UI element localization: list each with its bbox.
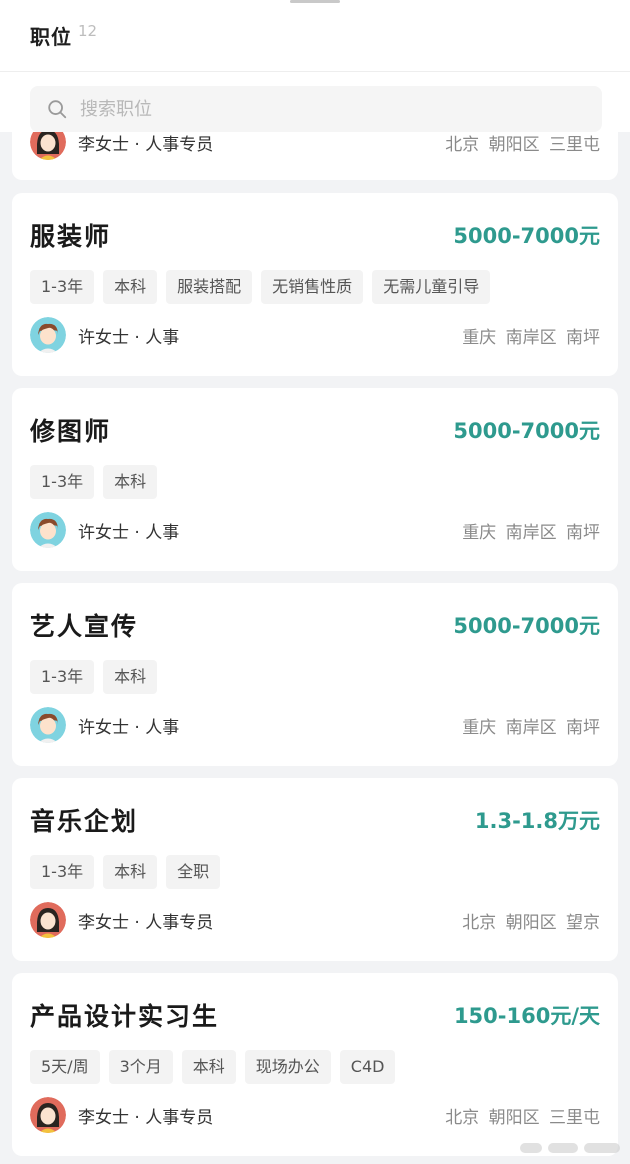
job-title: 音乐企划 xyxy=(30,807,139,836)
job-tag: 1-3年 xyxy=(30,465,95,499)
job-location: 重庆 南岸区 南坪 xyxy=(462,717,600,738)
job-tag: 本科 xyxy=(181,1050,236,1084)
job-location: 北京 朝阳区 三里屯 xyxy=(445,1107,600,1128)
job-title: 艺人宣传 xyxy=(30,612,139,641)
salary-range: 150-160元/天 xyxy=(453,1004,600,1028)
male-avatar-icon xyxy=(30,707,66,743)
recruiter-info: 李女士 · 人事专员 xyxy=(30,902,213,938)
job-tag: 1-3年 xyxy=(30,660,95,694)
job-title: 产品设计实习生 xyxy=(30,1002,220,1031)
recruiter-name: 李女士 · 人事专员 xyxy=(78,134,214,155)
search-bar xyxy=(0,72,630,132)
job-title: 修图师 xyxy=(30,417,112,446)
page-header: 职位 12 xyxy=(0,0,630,72)
recruiter-name: 李女士 · 人事专员 xyxy=(78,1107,214,1128)
sheet-drag-handle[interactable] xyxy=(290,0,340,3)
search-icon xyxy=(48,100,67,119)
job-tag: 无需儿童引导 xyxy=(372,270,491,304)
recruiter-info: 许女士 · 人事 xyxy=(30,707,179,743)
job-card[interactable]: 服装师 5000-7000元 1-3年 本科 服装搭配 无销售性质 无需儿童引导 xyxy=(12,193,618,376)
job-card[interactable]: 修图师 5000-7000元 1-3年 本科 许女士 · 人事 重庆 南岸区 南… xyxy=(12,388,618,571)
job-tags: 1-3年 本科 服装搭配 无销售性质 无需儿童引导 xyxy=(30,270,499,304)
female-avatar-icon xyxy=(30,902,66,938)
job-tags: 1-3年 本科 xyxy=(30,465,166,499)
search-box[interactable] xyxy=(30,86,602,132)
job-card[interactable]: 音乐企划 1.3-1.8万元 1-3年 本科 全职 李女士 · 人事专员 北京 … xyxy=(12,778,618,961)
recruiter-name: 许女士 · 人事 xyxy=(78,717,180,738)
salary-range: 1.3-1.8万元 xyxy=(474,809,600,833)
watermark-logo xyxy=(520,1136,626,1160)
job-tag: 5天/周 xyxy=(30,1050,100,1084)
search-input[interactable] xyxy=(80,98,560,120)
job-count-badge: 12 xyxy=(78,21,98,40)
job-tag: 全职 xyxy=(166,855,221,889)
recruiter-name: 许女士 · 人事 xyxy=(78,327,180,348)
job-location: 北京 朝阳区 三里屯 xyxy=(445,134,600,155)
salary-range: 5000-7000元 xyxy=(453,419,600,443)
job-tag: 本科 xyxy=(103,660,158,694)
job-tag: 服装搭配 xyxy=(166,270,253,304)
job-tag: 本科 xyxy=(103,465,158,499)
job-location: 北京 朝阳区 望京 xyxy=(462,912,600,933)
job-tag: 1-3年 xyxy=(30,855,95,889)
job-location: 重庆 南岸区 南坪 xyxy=(462,522,600,543)
job-tags: 1-3年 本科 xyxy=(30,660,166,694)
job-tags: 1-3年 本科 全职 xyxy=(30,855,229,889)
job-tag: 1-3年 xyxy=(30,270,95,304)
job-card[interactable]: 产品设计实习生 150-160元/天 5天/周 3个月 本科 现场办公 C4D xyxy=(12,973,618,1156)
recruiter-info: 许女士 · 人事 xyxy=(30,512,179,548)
job-title: 服装师 xyxy=(30,222,112,251)
salary-range: 5000-7000元 xyxy=(453,224,600,248)
page-title: 职位 xyxy=(30,25,72,49)
recruiter-info: 李女士 · 人事专员 xyxy=(30,1097,213,1133)
job-tag: C4D xyxy=(339,1050,396,1084)
job-tag: 本科 xyxy=(103,270,158,304)
recruiter-name: 许女士 · 人事 xyxy=(78,522,180,543)
job-card[interactable]: 艺人宣传 5000-7000元 1-3年 本科 许女士 · 人事 重庆 南岸区 … xyxy=(12,583,618,766)
job-tag: 现场办公 xyxy=(244,1050,331,1084)
recruiter-info: 许女士 · 人事 xyxy=(30,317,179,353)
salary-range: 5000-7000元 xyxy=(453,614,600,638)
male-avatar-icon xyxy=(30,512,66,548)
job-tag: 本科 xyxy=(103,855,158,889)
job-tags: 5天/周 3个月 本科 现场办公 C4D xyxy=(30,1050,404,1084)
recruiter-name: 李女士 · 人事专员 xyxy=(78,912,214,933)
job-tag: 无销售性质 xyxy=(261,270,364,304)
job-location: 重庆 南岸区 南坪 xyxy=(462,327,600,348)
job-tag: 3个月 xyxy=(108,1050,173,1084)
female-avatar-icon xyxy=(30,1097,66,1133)
male-avatar-icon xyxy=(30,317,66,353)
